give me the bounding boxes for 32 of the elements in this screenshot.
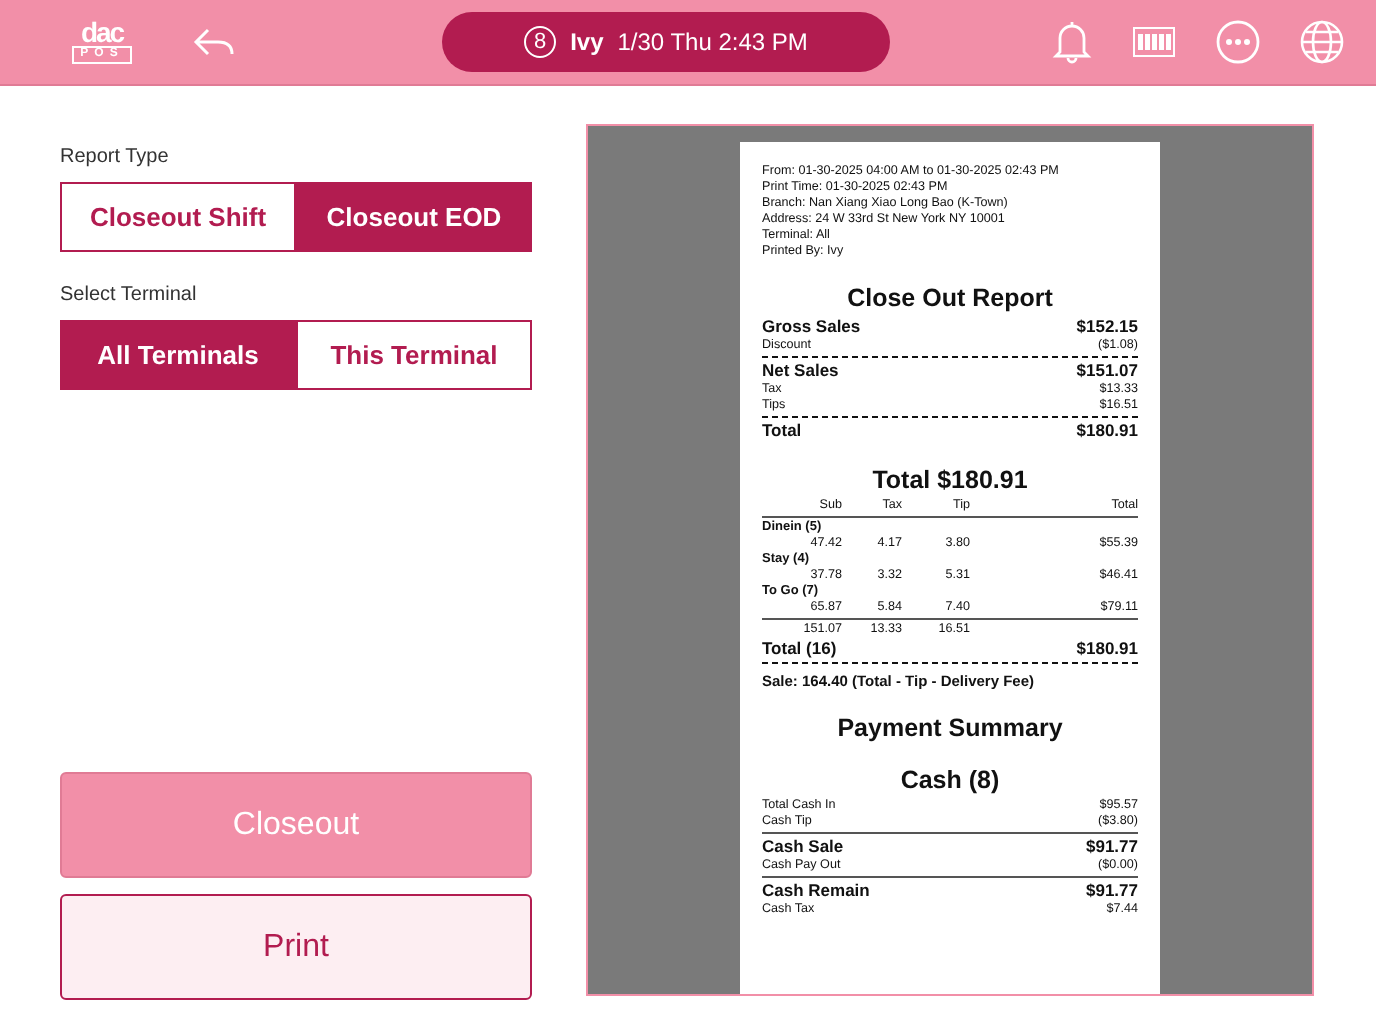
date-time: 1/30 Thu 2:43 PM bbox=[617, 28, 808, 56]
option-button[interactable]: All Terminals bbox=[60, 320, 296, 390]
user-name: Ivy bbox=[570, 28, 604, 56]
receipt-label: Net Sales bbox=[762, 360, 839, 382]
receipt-heading: Payment Summary bbox=[835, 714, 1065, 742]
user-status-pill[interactable]: 8 Ivy 1/30 Thu 2:43 PM bbox=[442, 12, 890, 72]
option-button[interactable]: Closeout EOD bbox=[296, 182, 532, 252]
globe-icon[interactable] bbox=[1300, 20, 1344, 64]
receipt-amount: $180.91 bbox=[1076, 420, 1138, 442]
receipt-label: Cash Sale bbox=[762, 836, 844, 858]
option-button[interactable]: Closeout Shift bbox=[60, 182, 296, 252]
receipt-label: Total bbox=[762, 420, 802, 442]
section-label: Select Terminal bbox=[60, 284, 199, 306]
receipt-amount: $152.15 bbox=[1076, 316, 1138, 338]
receipt-amount: $91.77 bbox=[1086, 880, 1138, 902]
receipt-label: Gross Sales bbox=[762, 316, 861, 338]
more-icon[interactable] bbox=[1216, 20, 1260, 64]
receipt-amount: $91.77 bbox=[1086, 836, 1138, 858]
keypad-icon[interactable] bbox=[1132, 26, 1176, 58]
receipt-label: Cash Remain bbox=[762, 880, 870, 902]
receipt-label: Total (16) bbox=[762, 638, 837, 660]
receipt-heading: Cash (8) bbox=[898, 766, 1002, 794]
receipt-heading: Total $180.91 bbox=[870, 466, 1030, 494]
receipt-heading: Close Out Report bbox=[845, 284, 1055, 312]
receipt-amount: $151.07 bbox=[1076, 360, 1138, 382]
reply-arrow-icon[interactable] bbox=[192, 26, 236, 58]
user-number-badge: 8 bbox=[524, 26, 557, 58]
section-label: Report Type bbox=[60, 146, 171, 168]
receipt-amount: $180.91 bbox=[1076, 638, 1138, 660]
print-button[interactable]: Print bbox=[60, 894, 532, 1000]
bell-icon[interactable] bbox=[1052, 20, 1092, 64]
option-button[interactable]: This Terminal bbox=[296, 320, 532, 390]
